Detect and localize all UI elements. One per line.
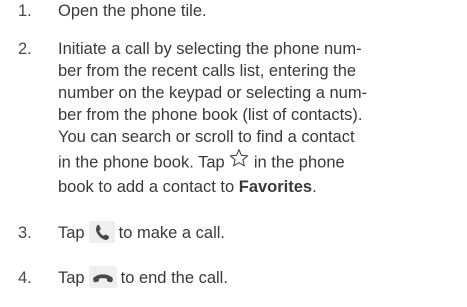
favorites-term: Favorites — [238, 178, 313, 196]
step-text-line: Tap to end the call. — [58, 265, 462, 290]
step-number: 1. — [18, 2, 32, 20]
step-number: 3. — [18, 224, 32, 242]
step-text-line: book to add a contact to Favorites. — [58, 176, 462, 198]
step-text-segment: Tap — [58, 224, 85, 242]
step-number: 4. — [18, 269, 32, 287]
step-text-line: ber from the recent calls list, entering… — [58, 62, 357, 80]
end-call-icon — [88, 265, 117, 288]
step-text-line: in the phone book. Tap in the phone — [58, 148, 462, 176]
phone-handset-icon — [88, 220, 115, 243]
step-text-line: Tap to make a call. — [58, 220, 462, 245]
step-text-line: ber from the phone book (list of contact… — [58, 106, 363, 124]
step-text-segment: . — [312, 178, 317, 196]
step-text-line: Initiate a call by selecting the phone n… — [58, 40, 362, 58]
step-text-segment: in the phone book. Tap — [58, 153, 225, 172]
step-text: Open the phone tile. — [58, 0, 462, 22]
step-text-line: Open the phone tile. — [58, 2, 207, 20]
star-outline-icon — [229, 148, 249, 174]
step-text-segment: in the phone — [253, 153, 345, 172]
step-text-segment: to end the call. — [120, 269, 228, 287]
step-text-line: You can search or scroll to find a conta… — [58, 128, 355, 146]
step-number: 2. — [18, 40, 32, 58]
step-text: Tap to end the call. — [58, 265, 462, 290]
step-text-segment: book to add a contact to — [58, 178, 235, 196]
step-text: Tap to make a call. — [58, 220, 462, 245]
step-text-line: number on the keypad or selecting a num- — [58, 84, 368, 102]
step-text-segment: Tap — [58, 269, 85, 287]
step-text: Initiate a call by selecting the phone n… — [58, 38, 462, 198]
step-text-segment: to make a call. — [118, 224, 225, 242]
